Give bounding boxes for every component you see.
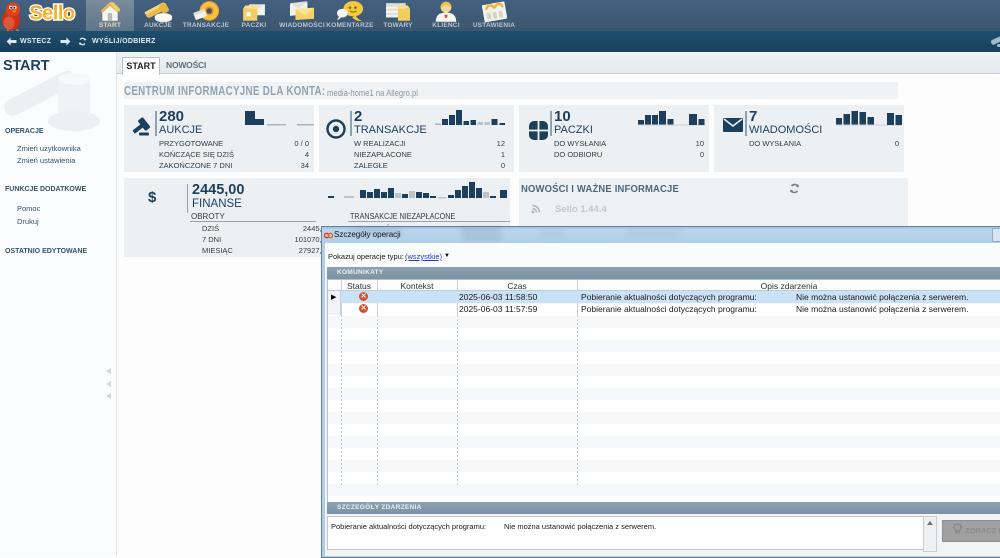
svg-text:Sello: Sello bbox=[29, 3, 75, 25]
